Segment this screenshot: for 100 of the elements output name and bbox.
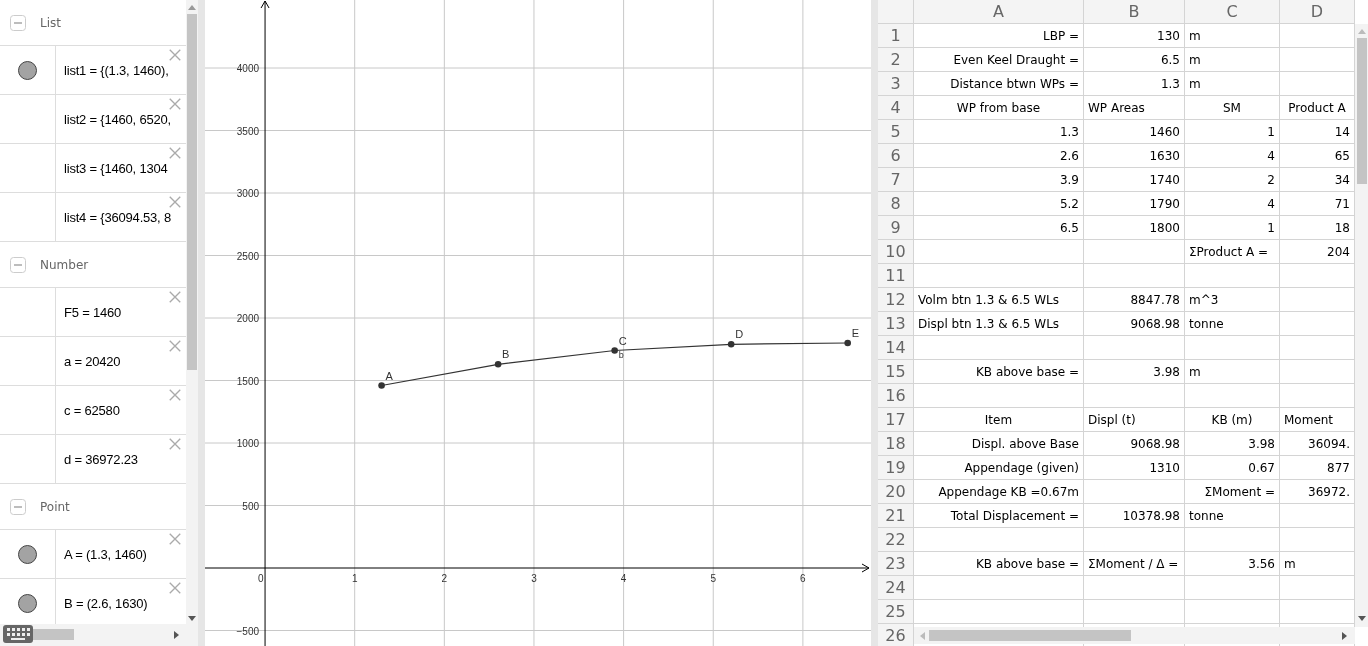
data-point[interactable] — [611, 347, 618, 354]
table-cell: 1630 — [1084, 144, 1185, 168]
visibility-toggle[interactable] — [18, 60, 37, 80]
row-header[interactable]: 10 — [878, 240, 914, 264]
close-icon[interactable] — [169, 582, 181, 594]
table-cell: 0.67 — [1185, 456, 1280, 480]
close-icon[interactable] — [169, 389, 181, 401]
visibility-toggle[interactable] — [18, 544, 37, 564]
algebra-entry[interactable]: A = (1.3, 1460) — [56, 530, 147, 578]
row-header[interactable]: 23 — [878, 552, 914, 576]
close-icon[interactable] — [169, 49, 181, 61]
table-cell: 1.3 — [1084, 72, 1185, 96]
scroll-down-icon[interactable] — [188, 616, 196, 622]
table-cell: tonne — [1185, 504, 1280, 528]
row-header[interactable]: 4 — [878, 96, 914, 120]
column-header[interactable]: C — [1185, 0, 1280, 24]
algebra-entry[interactable]: a = 20420 — [56, 337, 121, 385]
row-header[interactable]: 14 — [878, 336, 914, 360]
keyboard-icon[interactable] — [3, 624, 33, 644]
tick-label: 2500 — [236, 250, 260, 262]
table-cell: WP from base — [914, 96, 1084, 120]
row-header[interactable]: 19 — [878, 456, 914, 480]
tick-label: 1000 — [236, 438, 260, 449]
algebra-entry[interactable]: list3 = {1460, 1304 — [56, 144, 168, 192]
table-cell: 1310 — [1084, 456, 1185, 480]
scrollbar-thumb[interactable] — [32, 629, 74, 640]
algebra-entry[interactable]: list1 = {(1.3, 1460), — [56, 46, 169, 94]
row-header[interactable]: 8 — [878, 192, 914, 216]
close-icon[interactable] — [169, 533, 181, 545]
row-header[interactable]: 11 — [878, 264, 914, 288]
row-header[interactable]: 3 — [878, 72, 914, 96]
row-header[interactable]: 18 — [878, 432, 914, 456]
row-header[interactable]: 17 — [878, 408, 914, 432]
scrollbar-track[interactable] — [914, 627, 1355, 644]
row-header[interactable]: 24 — [878, 576, 914, 600]
tick-label: −500 — [236, 625, 260, 637]
scroll-up-icon[interactable] — [188, 4, 196, 10]
scrollbar-thumb[interactable] — [187, 14, 197, 370]
row-header[interactable]: 7 — [878, 168, 914, 192]
table-cell: 2 — [1185, 168, 1280, 192]
close-icon[interactable] — [169, 196, 181, 208]
column-header[interactable]: D — [1280, 0, 1355, 24]
row-header[interactable]: 9 — [878, 216, 914, 240]
table-cell: m — [1185, 24, 1280, 48]
row-header[interactable]: 16 — [878, 384, 914, 408]
table-cell: 3.56 — [1185, 552, 1280, 576]
table-cell: ΣMoment / Δ = — [1084, 552, 1185, 576]
close-icon[interactable] — [169, 438, 181, 450]
close-icon[interactable] — [169, 291, 181, 303]
data-point[interactable] — [378, 382, 385, 389]
data-point[interactable] — [727, 340, 735, 348]
row-header[interactable]: 21 — [878, 504, 914, 528]
collapse-icon[interactable] — [10, 498, 26, 515]
select-all-corner[interactable] — [878, 0, 914, 24]
algebra-entry[interactable]: list4 = {36094.53, 8 — [56, 193, 171, 241]
close-icon[interactable] — [169, 98, 181, 110]
algebra-entry[interactable]: B = (2.6, 1630) — [56, 579, 148, 624]
table-cell: 9068.98 — [1084, 432, 1185, 456]
algebra-entry[interactable]: list2 = {1460, 6520, — [56, 95, 171, 143]
collapse-icon[interactable] — [10, 14, 26, 31]
row-header[interactable]: 5 — [878, 120, 914, 144]
row-header[interactable]: 2 — [878, 48, 914, 72]
point-label: b — [618, 349, 624, 360]
table-cell: m^3 — [1185, 288, 1280, 312]
scrollbar-thumb[interactable] — [929, 630, 1131, 641]
data-point[interactable] — [494, 360, 502, 368]
row-header[interactable]: 13 — [878, 312, 914, 336]
row-header[interactable]: 6 — [878, 144, 914, 168]
scroll-up-icon[interactable] — [1358, 28, 1366, 34]
algebra-entry[interactable]: d = 36972.23 — [56, 435, 138, 483]
table-cell: m — [1185, 48, 1280, 72]
scrollbar-thumb[interactable] — [1357, 38, 1367, 184]
data-point[interactable] — [844, 339, 851, 347]
table-cell: 10378.98 — [1084, 504, 1185, 528]
table-cell: 1 — [1185, 216, 1280, 240]
algebra-entry[interactable]: F5 = 1460 — [56, 288, 122, 336]
scroll-right-icon[interactable] — [174, 631, 180, 639]
row-header[interactable]: 26 — [878, 624, 914, 646]
scroll-right-icon[interactable] — [1342, 632, 1348, 640]
table-cell: m — [1185, 72, 1280, 96]
scrollbar-track[interactable] — [1355, 24, 1368, 627]
row-header[interactable]: 22 — [878, 528, 914, 552]
row-header[interactable]: 20 — [878, 480, 914, 504]
scrollbar-track[interactable] — [186, 0, 198, 624]
visibility-toggle[interactable] — [18, 593, 37, 613]
table-cell: Displ (t) — [1084, 408, 1185, 432]
algebra-entry[interactable]: c = 62580 — [56, 386, 120, 434]
collapse-icon[interactable] — [10, 256, 26, 273]
row-header[interactable]: 25 — [878, 600, 914, 624]
close-icon[interactable] — [169, 340, 181, 352]
scrollbar-track[interactable] — [0, 624, 198, 646]
table-cell: Appendage (given) — [914, 456, 1084, 480]
row-header[interactable]: 12 — [878, 288, 914, 312]
scroll-down-icon[interactable] — [1358, 616, 1366, 622]
scroll-left-icon[interactable] — [919, 632, 925, 640]
row-header[interactable]: 1 — [878, 24, 914, 48]
close-icon[interactable] — [169, 147, 181, 159]
column-header[interactable]: A — [914, 0, 1084, 24]
row-header[interactable]: 15 — [878, 360, 914, 384]
column-header[interactable]: B — [1084, 0, 1185, 24]
